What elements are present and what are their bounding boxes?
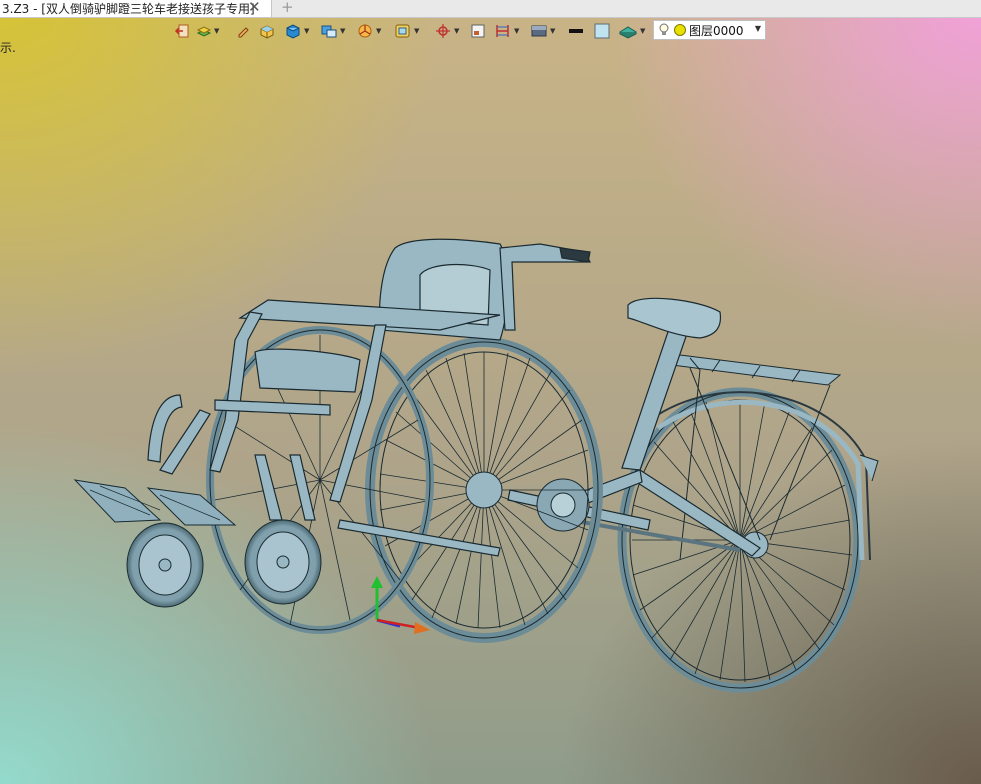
tricycle-model[interactable] bbox=[0, 0, 981, 784]
rear-rack bbox=[671, 354, 842, 561]
front-caster-left bbox=[126, 522, 204, 608]
3d-viewport[interactable]: 3.Z3 - [双人倒骑驴脚蹬三轮车老接送孩子专用] ✕ + 示. ▼ ▼ ▼ … bbox=[0, 0, 981, 784]
front-caster-right bbox=[244, 519, 322, 605]
